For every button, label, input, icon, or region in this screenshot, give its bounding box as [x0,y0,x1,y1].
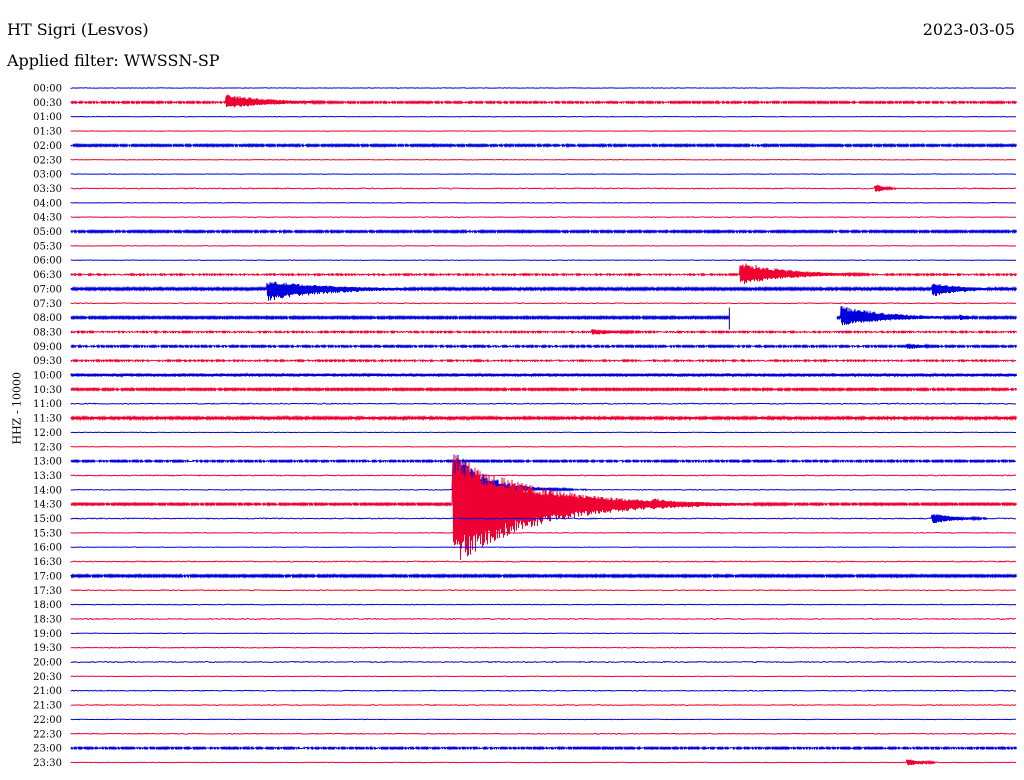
trace-0500 [70,228,1017,235]
row-time-label: 08:30 [33,327,62,338]
trace-1730 [70,589,1017,592]
trace-1000 [70,371,1017,378]
trace-0730 [70,302,1017,305]
trace-1030 [70,386,1017,393]
row-time-label: 10:00 [33,371,62,382]
trace-1630 [70,560,1017,563]
trace-0530 [70,245,1017,247]
trace-0100 [70,115,1017,118]
row-time-label: 18:00 [33,600,62,611]
row-time-label: 22:30 [33,729,62,740]
trace-2100 [70,689,1017,692]
trace-1100 [70,402,1017,405]
row-time-label: 05:30 [33,241,62,252]
trace-0800 [70,306,1017,326]
trace-1600 [70,546,1017,549]
row-time-label: 14:30 [33,500,62,511]
trace-1330 [70,474,1017,477]
row-time-label: 05:00 [33,227,62,238]
row-time-label: 02:30 [33,155,62,166]
row-time-label: 14:00 [33,485,62,496]
trace-1300 [70,458,1017,464]
row-time-label: 03:30 [33,184,62,195]
row-time-label: 21:00 [33,686,62,697]
row-time-label: 00:30 [33,98,62,109]
trace-2000 [70,660,1017,664]
row-time-label: 04:30 [33,213,62,224]
row-time-label: 01:00 [33,112,62,123]
trace-0700 [70,281,1017,301]
row-time-label: 09:30 [33,356,62,367]
trace-1830 [70,617,1017,621]
trace-2130 [70,703,1017,707]
trace-1200 [70,431,1017,434]
row-time-label: 18:30 [33,614,62,625]
row-time-label: 06:00 [33,256,62,267]
trace-2230 [70,732,1017,735]
row-time-label: 22:00 [33,715,62,726]
trace-0000 [70,87,1017,89]
trace-2330 [70,759,1017,766]
trace-1930 [70,646,1017,649]
row-time-label: 12:30 [33,442,62,453]
trace-2200 [70,718,1017,721]
row-time-label: 11:30 [33,414,62,425]
row-time-label: 15:00 [33,514,62,525]
row-time-label: 20:00 [33,658,62,669]
row-time-label: 13:30 [33,471,62,482]
trace-0630 [70,263,1017,284]
trace-0930 [70,358,1017,363]
trace-1530 [70,531,1017,534]
traces [70,87,1017,766]
row-time-label: 16:30 [33,557,62,568]
row-time-label: 09:00 [33,342,62,353]
row-time-label: 23:00 [33,744,62,755]
row-time-label: 07:30 [33,299,62,310]
row-time-label: 12:00 [33,428,62,439]
trace-0030 [70,94,1017,108]
row-time-label: 10:30 [33,385,62,396]
trace-1230 [70,445,1017,448]
trace-0200 [70,142,1017,149]
trace-0300 [70,173,1017,175]
row-time-label: 17:00 [33,571,62,582]
row-time-label: 19:00 [33,629,62,640]
trace-1700 [70,572,1017,579]
row-time-label: 19:30 [33,643,62,654]
trace-0900 [70,343,1017,350]
row-time-label: 21:30 [33,701,62,712]
row-time-label: 11:00 [33,399,62,410]
trace-1900 [70,632,1017,635]
trace-0830 [70,328,1017,335]
trace-1130 [70,414,1017,422]
row-time-label: 08:00 [33,313,62,324]
trace-0600 [70,259,1017,262]
row-time-label: 15:30 [33,528,62,539]
row-time-label: 07:00 [33,284,62,295]
trace-0130 [70,130,1017,132]
trace-0230 [70,158,1017,161]
trace-0400 [70,201,1017,204]
trace-2030 [70,675,1017,678]
row-time-label: 03:00 [33,170,62,181]
row-time-label: 13:00 [33,457,62,468]
trace-0330 [70,184,1017,192]
row-time-label: 06:30 [33,270,62,281]
trace-2300 [70,745,1017,751]
helicorder-plot: 00:00 00:30 01:00 01:30 02:00 02:30 03:00 03:30… [33,84,1017,769]
row-time-label: 04:00 [33,198,62,209]
row-time-label: 17:30 [33,586,62,597]
row-time-label: 16:00 [33,543,62,554]
trace-1430 [70,455,1017,560]
row-labels: 00:00 00:30 01:00 01:30 02:00 02:30 03:00 03:30… [33,84,62,769]
trace-0430 [70,216,1017,219]
trace-1800 [70,603,1017,606]
row-time-label: 23:30 [33,758,62,769]
row-time-label: 02:00 [33,141,62,152]
row-time-label: 00:00 [33,84,62,95]
row-time-label: 01:30 [33,127,62,138]
row-time-label: 20:30 [33,672,62,683]
